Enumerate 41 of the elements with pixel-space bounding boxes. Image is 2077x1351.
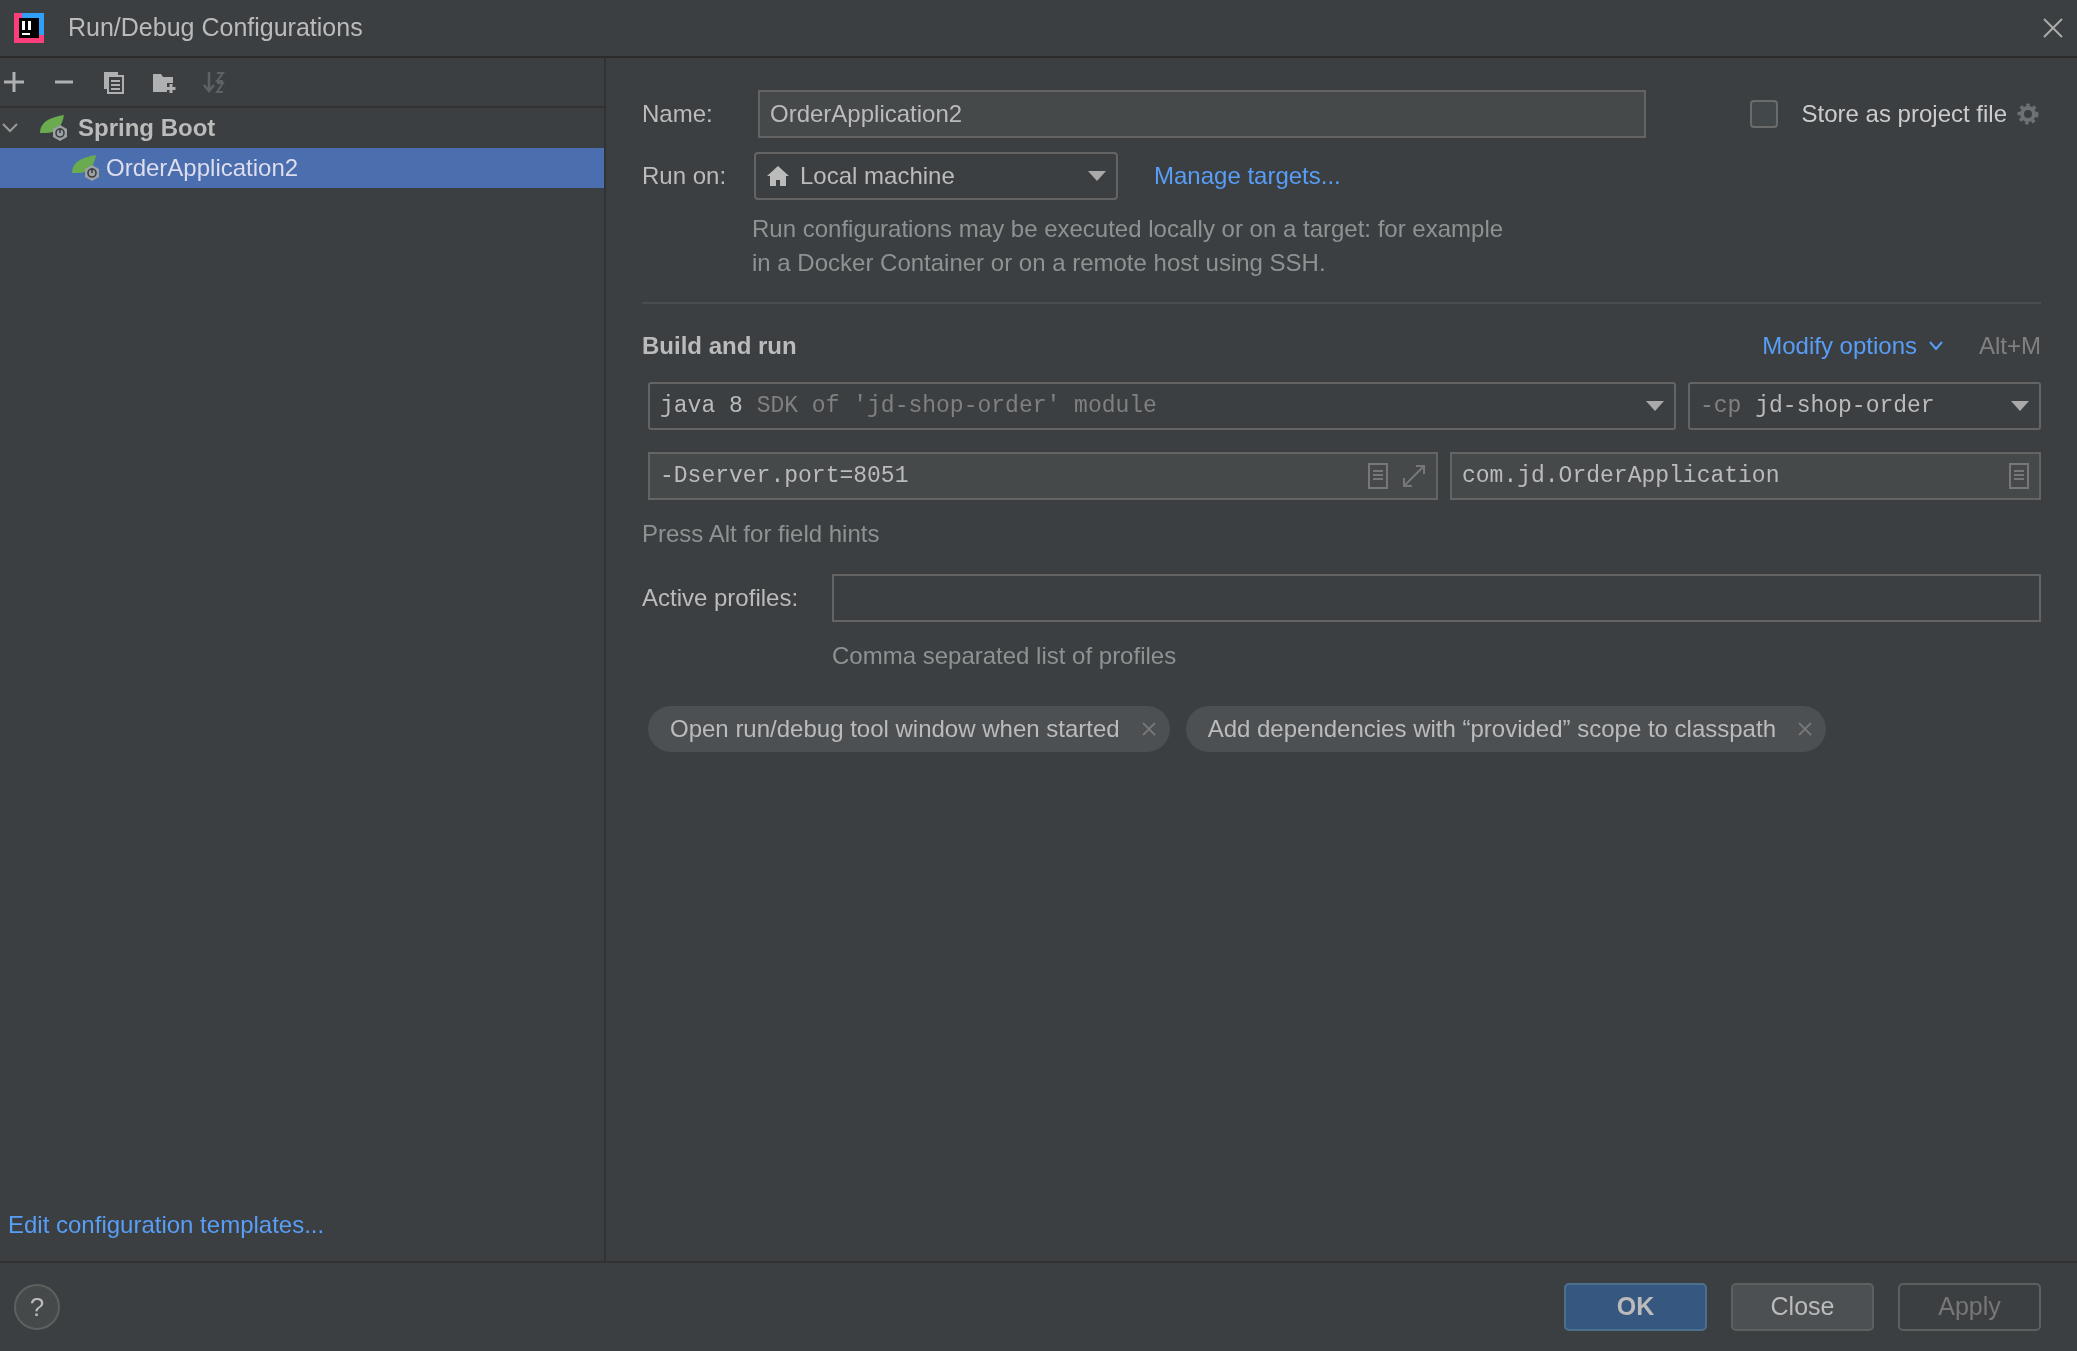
run-on-hint: Run configurations may be executed locally or on a target: for example in a Docker Container or on a remote host using SSH. <box>752 214 1505 278</box>
document-icon <box>1368 463 1388 489</box>
name-field[interactable]: OrderApplication2 <box>758 90 1646 138</box>
add-icon[interactable] <box>2 70 26 94</box>
field-label: Run on: <box>642 161 728 191</box>
app-logo-icon <box>12 11 46 45</box>
dialog-button[interactable]: Close <box>1731 1283 1874 1331</box>
classpath-dropdown[interactable]: -cp jd-shop-order <box>1688 382 2041 430</box>
dialog-button[interactable]: OK <box>1564 1283 1707 1331</box>
option-chip[interactable]: Open run/debug tool window when started <box>648 706 1170 752</box>
modify-options-link[interactable]: Modify options <box>1762 328 1943 364</box>
main-class-field[interactable]: com.jd.OrderApplication <box>1450 452 2041 500</box>
close-icon[interactable] <box>2041 16 2065 40</box>
active-profiles-field[interactable] <box>832 574 2041 622</box>
manage-targets-link[interactable]: Manage targets... <box>1154 158 1341 194</box>
help-button[interactable]: ? <box>14 1284 60 1330</box>
section-title: Build and run <box>642 331 797 361</box>
tree-item[interactable]: OrderApplication2 <box>0 148 604 188</box>
shortcut-hint: Alt+M <box>1979 331 2041 361</box>
chevron-down-icon <box>1929 341 1943 351</box>
checkbox[interactable] <box>1749 100 1778 128</box>
home-icon <box>766 165 790 187</box>
run-on-dropdown[interactable]: Local machine <box>754 152 1118 200</box>
jre-dropdown[interactable]: java 8 SDK of 'jd-shop-order' module <box>648 382 1676 430</box>
vm-options-field[interactable]: -Dserver.port=8051 <box>648 452 1438 500</box>
window-title: Run/Debug Configurations <box>68 12 363 44</box>
dropdown-arrow-icon <box>1646 401 1664 411</box>
dropdown-arrow-icon <box>2011 401 2029 411</box>
copy-icon[interactable] <box>102 70 126 94</box>
edit-templates-link[interactable]: Edit configuration templates... <box>8 1207 604 1243</box>
field-label: Active profiles: <box>642 583 800 613</box>
field-hints: Press Alt for field hints <box>642 519 881 549</box>
settings-icon[interactable] <box>2015 101 2041 127</box>
field-label: Name: <box>642 99 714 129</box>
tree-item[interactable]: Spring Boot <box>78 110 216 146</box>
checkbox-label: Store as project file <box>1801 99 2007 129</box>
option-chip[interactable]: Add dependencies with “provided” scope to classpath <box>1185 706 1826 752</box>
profiles-hint: Comma separated list of profiles <box>832 641 1178 671</box>
dropdown-arrow-icon <box>1088 171 1106 181</box>
document-icon <box>2009 463 2029 489</box>
expand-icon <box>1402 464 1426 488</box>
